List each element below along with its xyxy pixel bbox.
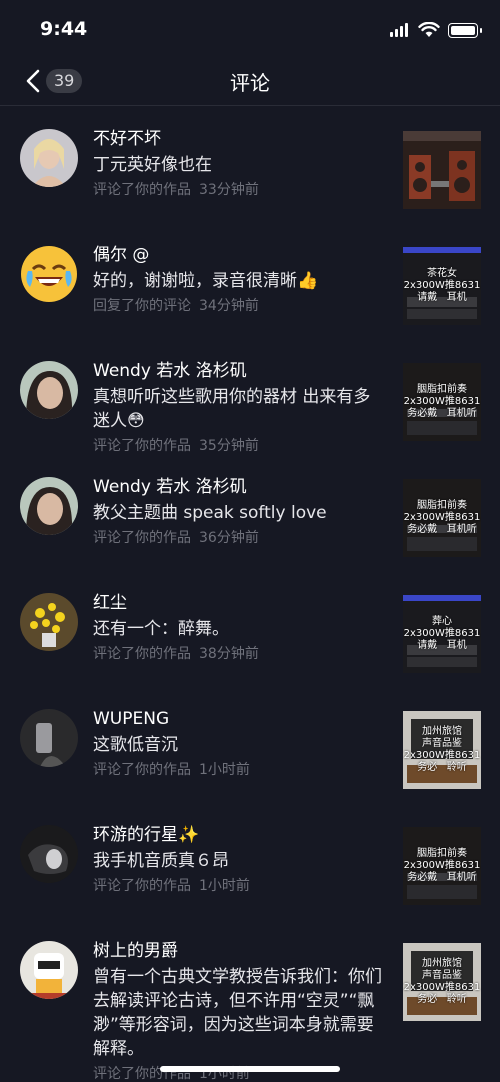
comment-text: 好的，谢谢啦，录音很清晰👍 xyxy=(93,271,319,291)
action-text: 评论了你的作品 xyxy=(93,438,191,454)
notification-list: 不好不坏 丁元英好像也在 评论了你的作品 33分钟前 偶尔 @ 好的，谢谢啦，录音… xyxy=(0,107,500,1082)
notification-item[interactable]: 不好不坏 丁元英好像也在 评论了你的作品 33分钟前 xyxy=(0,107,500,223)
thumbnail-caption: 胭脂扣前奏 2x300W推8631 务必戴 耳机听 xyxy=(403,848,481,883)
cellular-signal-icon xyxy=(390,23,410,37)
thumbnail-caption: 葬心 2x300W推8631 请戴 耳机 xyxy=(403,616,481,651)
avatar[interactable] xyxy=(20,361,78,419)
meta-line: 评论了你的作品 1小时前 xyxy=(93,876,383,896)
comment-text: 这歌低音沉 xyxy=(93,735,178,755)
meta-line: 评论了你的作品 33分钟前 xyxy=(93,180,383,200)
meta-line: 回复了你的评论 34分钟前 xyxy=(93,296,383,316)
video-thumbnail[interactable]: 加州旅馆 声音品鉴 2x300W推8631 务必 聆听 xyxy=(403,711,481,789)
notification-item[interactable]: WUPENG 这歌低音沉 评论了你的作品 1小时前 加州旅馆 声音品鉴 2x300… xyxy=(0,687,500,803)
comment-text: 曾有一个古典文学教授告诉我们：你们去解读评论古诗，但不许用“空灵”“飘渺”等形容… xyxy=(93,967,382,1059)
action-text: 评论了你的作品 xyxy=(93,530,191,546)
wifi-icon xyxy=(418,22,440,37)
comment-text: 丁元英好像也在 xyxy=(93,155,212,175)
battery-icon xyxy=(448,22,482,38)
notification-item[interactable]: 环游的行星✨ 我手机音质真６昂 评论了你的作品 1小时前 胭脂扣前奏 2x300W… xyxy=(0,803,500,919)
video-thumbnail[interactable] xyxy=(403,131,481,209)
meta-line: 评论了你的作品 36分钟前 xyxy=(93,528,383,548)
comment-text: 真想听听这些歌用你的器材 出来有多迷人😳 xyxy=(93,387,371,431)
video-thumbnail[interactable]: 茶花女 2x300W推8631 请戴 耳机 xyxy=(403,247,481,325)
action-text: 评论了你的作品 xyxy=(93,646,191,662)
timestamp: 38分钟前 xyxy=(199,646,259,662)
notification-item[interactable]: 树上的男爵 曾有一个古典文学教授告诉我们：你们去解读评论古诗，但不许用“空灵”“… xyxy=(0,919,500,1082)
video-thumbnail[interactable]: 胭脂扣前奏 2x300W推8631 务必戴 耳机听 xyxy=(403,827,481,905)
avatar[interactable] xyxy=(20,245,78,303)
notification-item[interactable]: 红尘 还有一个：醉舞。 评论了你的作品 38分钟前 葬心 2x300W推8631 … xyxy=(0,571,500,687)
timestamp: 33分钟前 xyxy=(199,182,259,198)
meta-line: 评论了你的作品 38分钟前 xyxy=(93,644,383,664)
timestamp: 36分钟前 xyxy=(199,530,259,546)
username[interactable]: Wendy 若水 洛杉矶 xyxy=(93,475,383,499)
action-text: 回复了你的评论 xyxy=(93,298,191,314)
thumbnail-caption: 胭脂扣前奏 2x300W推8631 务必戴 耳机听 xyxy=(403,500,481,535)
timestamp: 1小时前 xyxy=(199,878,250,894)
video-thumbnail[interactable]: 胭脂扣前奏 2x300W推8631 务必戴 耳机听 xyxy=(403,363,481,441)
username[interactable]: WUPENG xyxy=(93,707,383,731)
meta-line: 评论了你的作品 35分钟前 xyxy=(93,436,383,456)
username[interactable]: 不好不坏 xyxy=(93,127,383,151)
timestamp: 34分钟前 xyxy=(199,298,259,314)
status-icons xyxy=(390,20,482,40)
thumbnail-caption: 茶花女 2x300W推8631 请戴 耳机 xyxy=(403,268,481,303)
username[interactable]: 偶尔 @ xyxy=(93,243,383,267)
thumbnail-caption: 胭脂扣前奏 2x300W推8631 务必戴 耳机听 xyxy=(403,384,481,419)
notification-item[interactable]: 偶尔 @ 好的，谢谢啦，录音很清晰👍 回复了你的评论 34分钟前 茶花女 2x30… xyxy=(0,223,500,339)
avatar[interactable] xyxy=(20,593,78,651)
avatar[interactable] xyxy=(20,825,78,883)
comment-text: 我手机音质真６昂 xyxy=(93,851,229,871)
avatar[interactable] xyxy=(20,129,78,187)
action-text: 评论了你的作品 xyxy=(93,762,191,778)
avatar[interactable] xyxy=(20,941,78,999)
notification-item[interactable]: Wendy 若水 洛杉矶 真想听听这些歌用你的器材 出来有多迷人😳 评论了你的作… xyxy=(0,339,500,455)
video-thumbnail[interactable]: 胭脂扣前奏 2x300W推8631 务必戴 耳机听 xyxy=(403,479,481,557)
action-text: 评论了你的作品 xyxy=(93,182,191,198)
username[interactable]: 环游的行星✨ xyxy=(93,823,383,847)
status-time: 9:44 xyxy=(40,18,88,40)
nav-bar: 39 评论 xyxy=(0,58,500,106)
status-bar: 9:44 xyxy=(0,0,500,58)
comment-text: 教父主题曲 speak softly love xyxy=(93,503,327,523)
username[interactable]: 红尘 xyxy=(93,591,383,615)
timestamp: 1小时前 xyxy=(199,762,250,778)
comment-text: 还有一个：醉舞。 xyxy=(93,619,229,639)
avatar[interactable] xyxy=(20,709,78,767)
username[interactable]: 树上的男爵 xyxy=(93,939,383,963)
page-title: 评论 xyxy=(230,71,270,95)
home-indicator[interactable] xyxy=(160,1066,340,1072)
avatar[interactable] xyxy=(20,477,78,535)
action-text: 评论了你的作品 xyxy=(93,878,191,894)
timestamp: 35分钟前 xyxy=(199,438,259,454)
username[interactable]: Wendy 若水 洛杉矶 xyxy=(93,359,383,383)
thumbnail-caption: 加州旅馆 声音品鉴 2x300W推8631 务必 聆听 xyxy=(403,958,481,1005)
thumbnail-caption: 加州旅馆 声音品鉴 2x300W推8631 务必 聆听 xyxy=(403,726,481,773)
video-thumbnail[interactable]: 葬心 2x300W推8631 请戴 耳机 xyxy=(403,595,481,673)
notification-item[interactable]: Wendy 若水 洛杉矶 教父主题曲 speak softly love 评论了… xyxy=(0,455,500,571)
meta-line: 评论了你的作品 1小时前 xyxy=(93,760,383,780)
video-thumbnail[interactable]: 加州旅馆 声音品鉴 2x300W推8631 务必 聆听 xyxy=(403,943,481,1021)
